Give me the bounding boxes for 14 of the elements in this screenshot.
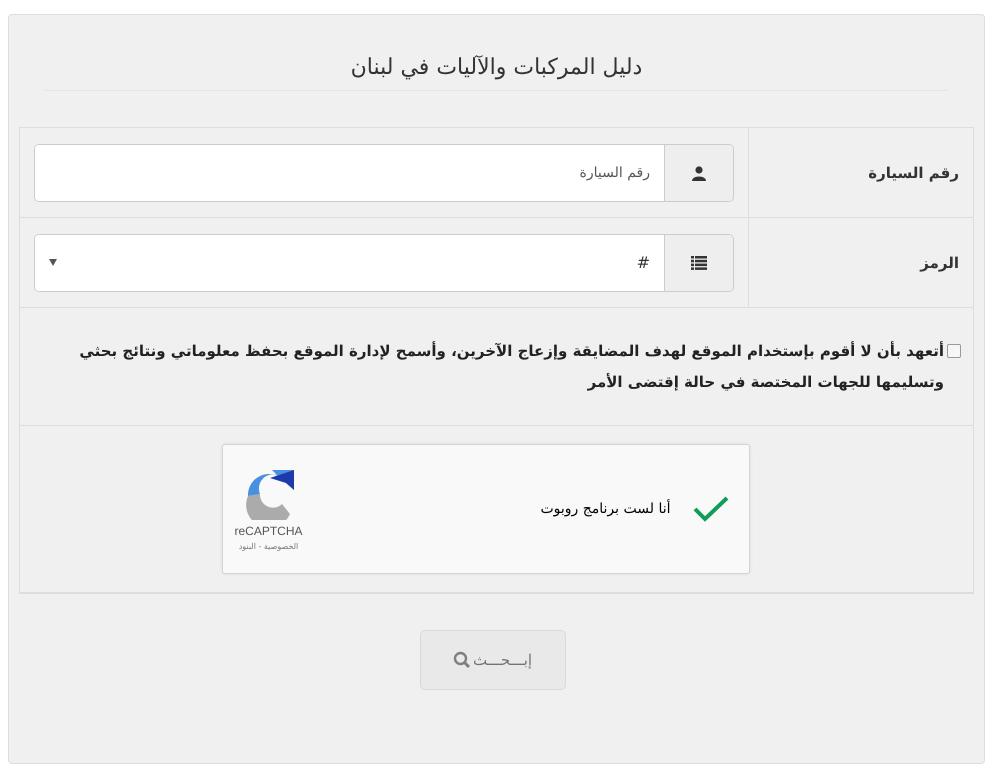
captcha-label: أنا لست برنامج روبوت — [539, 501, 670, 517]
field-label: رقم السيارة — [748, 128, 973, 217]
user-icon — [691, 164, 707, 180]
search-icon — [452, 651, 471, 669]
privacy-terms-links[interactable]: الخصوصية - البنود — [238, 542, 298, 550]
agreement-text: أتعهد بأن لا أقوم بإستخدام الموقع لهدف المضايقة وإزعاج الآخرين، وأسمح لإدارة الموقع بحفظ معلوماتي ونتائج بحثي وتسليمها للجهات المختصة في حالة إقتضى الأمر — [78, 340, 944, 393]
page-title: دليل المركبات والآليات في لبنان — [45, 55, 948, 91]
agreement-checkbox[interactable] — [947, 344, 961, 358]
recaptcha-brand: reCAPTCHA — [234, 524, 303, 538]
code-select[interactable]: # — [34, 234, 734, 292]
car-number-field[interactable]: رقم السيارة — [34, 144, 734, 202]
list-icon — [691, 256, 707, 270]
dropdown-caret-icon — [49, 259, 57, 266]
field-label: الرمز — [748, 218, 973, 307]
